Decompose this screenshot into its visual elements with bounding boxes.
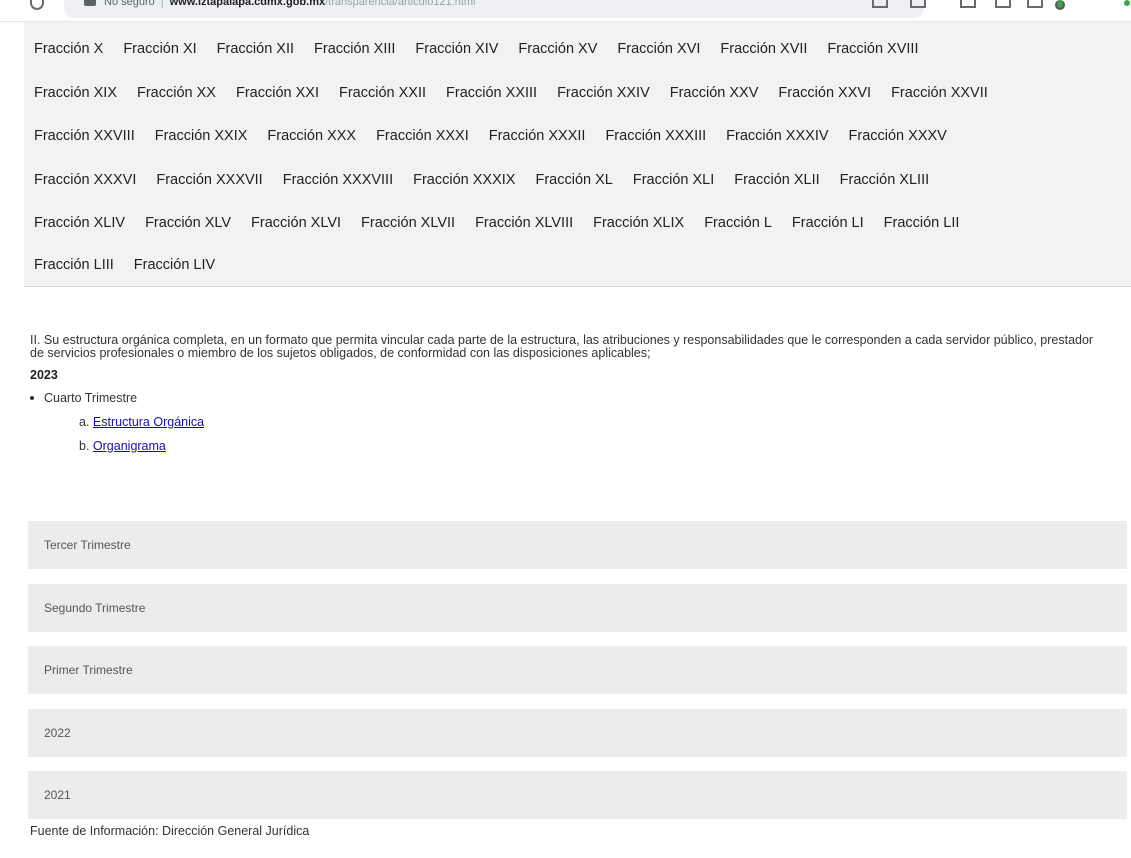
document-item: b. Organigrama [79, 438, 1120, 454]
extension-icon[interactable] [1055, 0, 1065, 10]
fraction-description: II. Su estructura orgánica completa, en … [30, 333, 1094, 360]
fraction-link[interactable]: Fracción XXV [670, 83, 759, 103]
fraction-link[interactable]: Fracción XXVIII [34, 126, 135, 146]
fraction-row-5: Fracción XLIV Fracción XLV Fracción XLVI Fr… [34, 213, 979, 233]
fraction-row-6: Fracción LIII Fracción LIV [34, 255, 235, 275]
fraction-link[interactable]: Fracción XI [123, 39, 196, 59]
fraction-link[interactable]: Fracción XXII [339, 83, 426, 103]
list-marker: a. [79, 415, 90, 429]
fraction-link[interactable]: Fracción XXXII [489, 126, 586, 146]
fraction-link[interactable]: Fracción XLIII [840, 170, 929, 190]
collections-icon[interactable] [1027, 0, 1043, 8]
fraction-link[interactable]: Fracción XXX [267, 126, 356, 146]
url-text[interactable]: No seguro | www.iztapalapa.cdmx.gob.mx/tra… [104, 0, 476, 8]
fraction-link[interactable]: Fracción XXXVIII [283, 170, 393, 190]
main-content: II. Su estructura orgánica completa, en … [30, 334, 1120, 462]
source-info: Fuente de Información: Dirección General… [30, 824, 310, 838]
url-path: /transparencia/articulo121.html [325, 0, 476, 8]
fraction-link[interactable]: Fracción X [34, 39, 103, 59]
fraction-link[interactable]: Fracción XVII [720, 39, 807, 59]
fraction-link[interactable]: Fracción XXIV [557, 83, 650, 103]
fraction-row-3: Fracción XXVIII Fracción XXIX Fracción XXX… [34, 126, 967, 146]
browser-toolbar: No seguro | www.iztapalapa.cdmx.gob.mx/tra… [0, 0, 1131, 22]
accordion-primer-trimestre[interactable]: Primer Trimestre [28, 646, 1127, 694]
fraction-link[interactable]: Fracción XXIX [155, 126, 248, 146]
fraction-link[interactable]: Fracción XLVII [361, 213, 455, 233]
fraction-row-4: Fracción XXXVI Fracción XXXVII Fracción XX… [34, 170, 949, 190]
fraction-link[interactable]: Fracción XV [518, 39, 597, 59]
fraction-link[interactable]: Fracción XLV [145, 213, 231, 233]
fraction-link[interactable]: Fracción XXXV [849, 126, 947, 146]
document-list: a. Estructura Orgánica b. Organigrama [44, 414, 1120, 454]
quarter-item: Cuarto Trimestre a. Estructura Orgánica … [30, 390, 1120, 454]
fraction-link[interactable]: Fracción L [704, 213, 772, 233]
fraction-link[interactable]: Fracción XLVIII [475, 213, 573, 233]
profile-status-icon[interactable] [1124, 0, 1130, 6]
quarter-label: Cuarto Trimestre [44, 391, 138, 405]
accordion-segundo-trimestre[interactable]: Segundo Trimestre [28, 583, 1127, 632]
fraction-nav: Fracción X Fracción XI Fracción XII Fracció… [24, 22, 1131, 287]
translate-icon[interactable] [872, 0, 888, 8]
fraction-link[interactable]: Fracción XXVII [891, 83, 988, 103]
not-secure-icon[interactable] [84, 0, 96, 6]
estructura-organica-link[interactable]: Estructura Orgánica [93, 415, 204, 429]
document-item: a. Estructura Orgánica [79, 414, 1120, 430]
fraction-link[interactable]: Fracción XLIV [34, 213, 125, 233]
fraction-link[interactable]: Fracción LII [884, 213, 960, 233]
fraction-link[interactable]: Fracción XXXI [376, 126, 469, 146]
list-marker: b. [79, 439, 90, 453]
fraction-link[interactable]: Fracción XLVI [251, 213, 341, 233]
fraction-link[interactable]: Fracción XLI [633, 170, 714, 190]
fraction-link[interactable]: Fracción XVIII [827, 39, 918, 59]
accordion-2021[interactable]: 2021 [28, 771, 1127, 819]
security-label: No seguro [104, 0, 155, 8]
url-host: www.iztapalapa.cdmx.gob.mx [169, 0, 326, 8]
fraction-link[interactable]: Fracción XXIII [446, 83, 537, 103]
fraction-link[interactable]: Fracción XIII [314, 39, 395, 59]
fraction-link[interactable]: Fracción XXXIII [605, 126, 706, 146]
fraction-link[interactable]: Fracción XXXVII [156, 170, 262, 190]
fraction-link[interactable]: Fracción XXXIX [413, 170, 515, 190]
fraction-link[interactable]: Fracción XXXVI [34, 170, 136, 190]
reload-icon[interactable] [30, 0, 44, 10]
fraction-link[interactable]: Fracción XXI [236, 83, 319, 103]
fraction-row-2: Fracción XIX Fracción XX Fracción XXI Fracc… [34, 83, 1008, 103]
fraction-link[interactable]: Fracción XIX [34, 83, 117, 103]
fraction-link[interactable]: Fracción XXXIV [726, 126, 828, 146]
quarter-list: Cuarto Trimestre a. Estructura Orgánica … [30, 390, 1120, 454]
bookmark-star-icon[interactable] [910, 0, 926, 8]
fraction-link[interactable]: Fracción XVI [617, 39, 700, 59]
fraction-link[interactable]: Fracción LI [792, 213, 864, 233]
organigrama-link[interactable]: Organigrama [93, 439, 166, 453]
fraction-link[interactable]: Fracción XIV [415, 39, 498, 59]
period-accordion: Tercer Trimestre Segundo Trimestre Prime… [28, 521, 1127, 834]
split-screen-icon[interactable] [960, 0, 976, 8]
fraction-link[interactable]: Fracción XL [535, 170, 612, 190]
bullet-icon [30, 396, 34, 400]
fraction-row-1: Fracción X Fracción XI Fracción XII Fracció… [34, 39, 938, 59]
fraction-link[interactable]: Fracción XII [217, 39, 294, 59]
fraction-link[interactable]: Fracción XLIX [593, 213, 684, 233]
year-heading: 2023 [30, 368, 58, 382]
accordion-tercer-trimestre[interactable]: Tercer Trimestre [28, 521, 1127, 569]
fraction-link[interactable]: Fracción LIII [34, 255, 114, 275]
fraction-link[interactable]: Fracción XX [137, 83, 216, 103]
reading-list-icon[interactable] [995, 0, 1011, 8]
fraction-link[interactable]: Fracción XLII [734, 170, 819, 190]
accordion-2022[interactable]: 2022 [28, 708, 1127, 757]
fraction-link[interactable]: Fracción XXVI [778, 83, 871, 103]
fraction-link[interactable]: Fracción LIV [134, 255, 215, 275]
